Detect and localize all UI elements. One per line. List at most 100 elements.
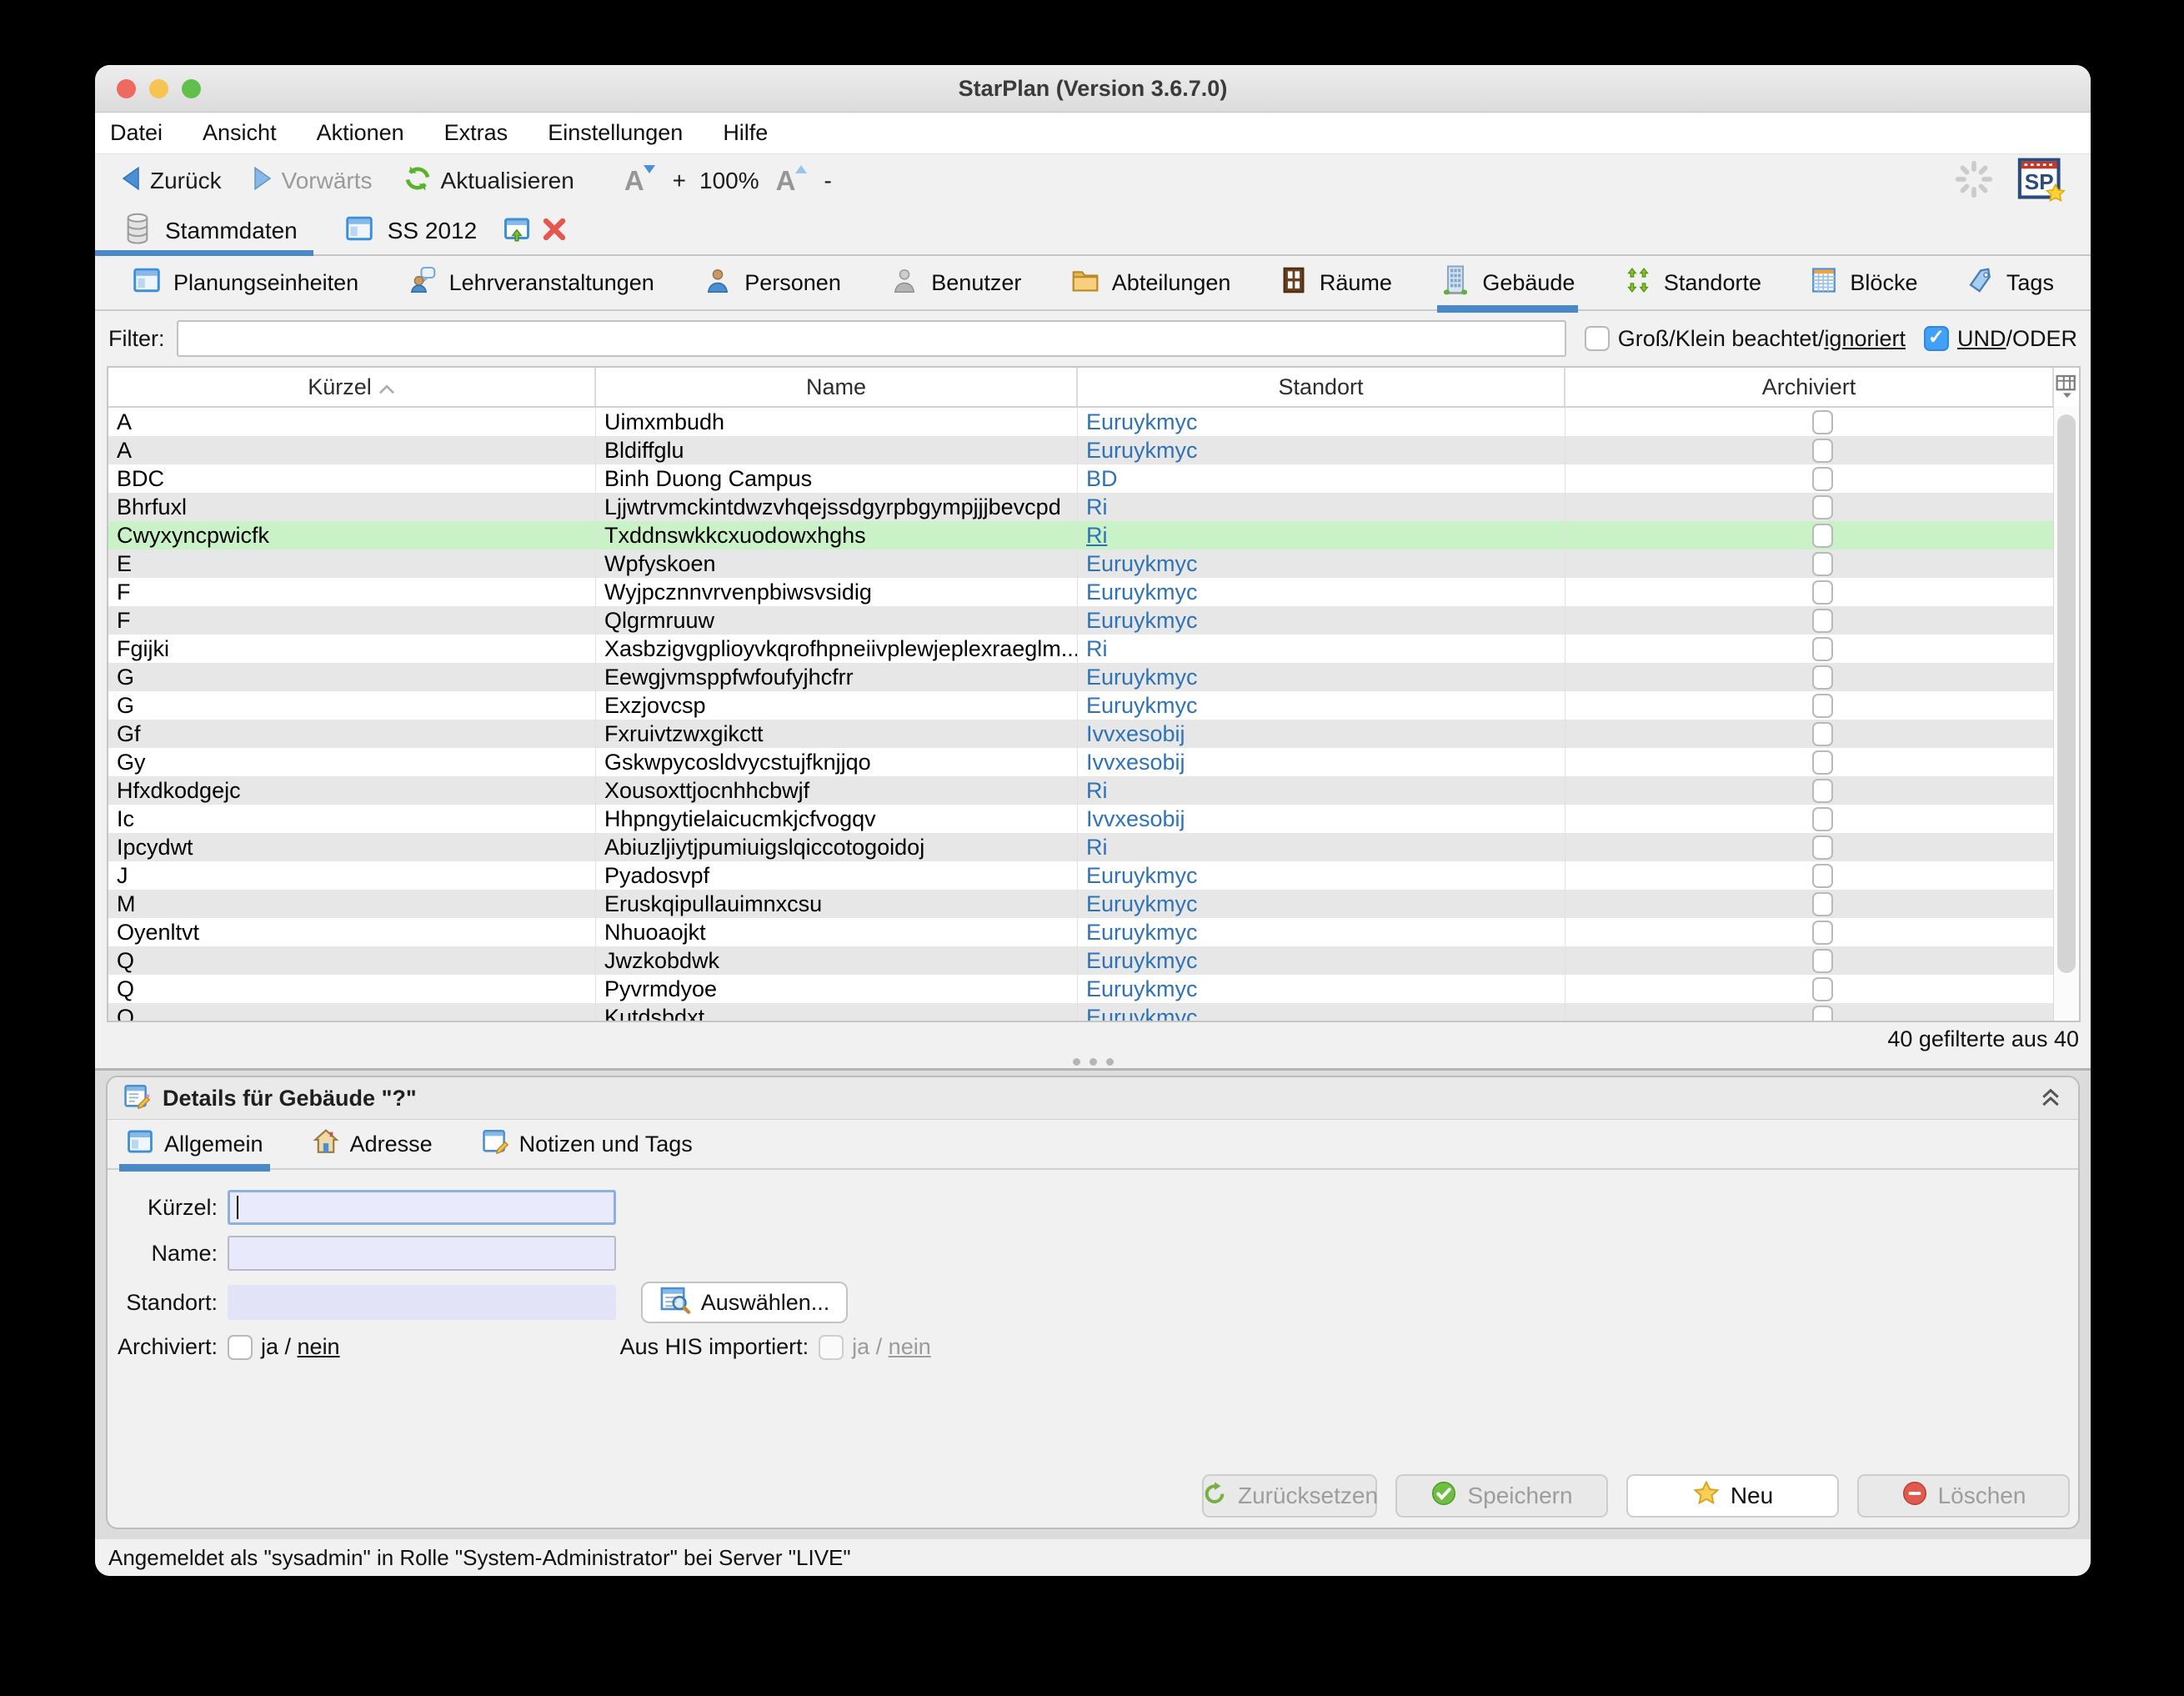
table-row[interactable]: GEewgjvmsppfwfoufyjhcfrrEuruykmyc bbox=[108, 663, 2079, 691]
neu-button[interactable]: Neu bbox=[1626, 1474, 1839, 1518]
kuerzel-field[interactable] bbox=[228, 1190, 616, 1225]
table-row[interactable]: FgijkiXasbzigvgplioyvkqrofhpneiivplewjep… bbox=[108, 635, 2079, 663]
archiviert-checkbox[interactable] bbox=[1812, 637, 1833, 661]
standort-link[interactable]: Euruykmyc bbox=[1086, 409, 1198, 435]
archiviert-form-checkbox[interactable] bbox=[228, 1335, 253, 1360]
archiviert-checkbox[interactable] bbox=[1812, 892, 1833, 916]
standort-link[interactable]: BD bbox=[1086, 466, 1118, 492]
standort-link[interactable]: Ivvxesobij bbox=[1086, 806, 1185, 832]
menu-hilfe[interactable]: Hilfe bbox=[723, 120, 768, 146]
zuruecksetzen-button[interactable]: Zurücksetzen bbox=[1202, 1474, 1377, 1518]
archiviert-checkbox[interactable] bbox=[1812, 921, 1833, 945]
table-row[interactable]: FWyjpcznnvrvenpbiwsvsidigEuruykmyc bbox=[108, 578, 2079, 606]
archiviert-checkbox[interactable] bbox=[1812, 410, 1833, 434]
standort-link[interactable]: Euruykmyc bbox=[1086, 920, 1198, 946]
menu-datei[interactable]: Datei bbox=[110, 120, 163, 146]
archiviert-checkbox[interactable] bbox=[1812, 722, 1833, 746]
archiviert-checkbox[interactable] bbox=[1812, 524, 1833, 548]
archiviert-checkbox[interactable] bbox=[1812, 750, 1833, 775]
archiviert-checkbox[interactable] bbox=[1812, 1006, 1833, 1021]
back-button[interactable]: Zurück bbox=[120, 166, 222, 197]
archiviert-checkbox[interactable] bbox=[1812, 807, 1833, 831]
tab-lehrveranstaltungen[interactable]: Lehrveranstaltungen bbox=[408, 256, 654, 309]
standort-link[interactable]: Ri bbox=[1086, 835, 1108, 861]
font-smaller-button[interactable]: A - bbox=[776, 165, 832, 197]
tab-planungseinheiten[interactable]: Planungseinheiten bbox=[132, 256, 358, 309]
filter-input[interactable] bbox=[177, 320, 1566, 357]
menu-ansicht[interactable]: Ansicht bbox=[203, 120, 277, 146]
table-row[interactable]: HfxdkodgejcXousoxttjocnhhcbwjfRi bbox=[108, 776, 2079, 805]
table-row[interactable]: IcHhpngytielaicucmkjcfvogqvIvvxesobij bbox=[108, 805, 2079, 833]
standort-link[interactable]: Ivvxesobij bbox=[1086, 721, 1185, 747]
scrollbar-thumb[interactable] bbox=[2057, 414, 2076, 973]
splitter-handle[interactable] bbox=[95, 1056, 2091, 1071]
standort-link[interactable]: Euruykmyc bbox=[1086, 580, 1198, 605]
refresh-button[interactable]: Aktualisieren bbox=[403, 164, 574, 198]
archiviert-checkbox[interactable] bbox=[1812, 609, 1833, 633]
menu-einstellungen[interactable]: Einstellungen bbox=[548, 120, 683, 146]
archiviert-checkbox[interactable] bbox=[1812, 977, 1833, 1001]
standort-link[interactable]: Ri bbox=[1086, 636, 1108, 662]
case-sensitive-toggle[interactable]: Groß/Klein beachtet/ignoriert bbox=[1585, 326, 1906, 352]
table-row[interactable]: BhrfuxlLjjwtrvmckintdwzvhqejssdgyrpbgymp… bbox=[108, 493, 2079, 521]
standort-link[interactable]: Ri bbox=[1086, 523, 1108, 549]
chevron-double-up-icon[interactable] bbox=[2038, 1086, 2063, 1111]
standort-link[interactable]: Ri bbox=[1086, 494, 1108, 520]
standort-link[interactable]: Euruykmyc bbox=[1086, 976, 1198, 1002]
standort-link[interactable]: Ivvxesobij bbox=[1086, 750, 1185, 775]
auswaehlen-button[interactable]: Auswählen... bbox=[641, 1282, 848, 1323]
table-row[interactable]: QKutdsbdxtEuruykmyc bbox=[108, 1003, 2079, 1021]
menu-aktionen[interactable]: Aktionen bbox=[317, 120, 404, 146]
font-larger-button[interactable]: A + bbox=[624, 165, 686, 197]
standort-link[interactable]: Euruykmyc bbox=[1086, 608, 1198, 634]
archiviert-checkbox[interactable] bbox=[1812, 864, 1833, 888]
minimize-window-button[interactable] bbox=[149, 79, 168, 98]
tab-notizen-und-tags[interactable]: Notizen und Tags bbox=[481, 1120, 693, 1168]
archiviert-checkbox[interactable] bbox=[1812, 949, 1833, 973]
tab-allgemein[interactable]: Allgemein bbox=[126, 1120, 263, 1168]
close-window-button[interactable] bbox=[117, 79, 136, 98]
case-sensitive-checkbox[interactable] bbox=[1585, 326, 1610, 351]
column-config-icon[interactable] bbox=[2054, 368, 2079, 406]
archiviert-checkbox[interactable] bbox=[1812, 580, 1833, 605]
detach-window-icon[interactable] bbox=[502, 214, 532, 248]
archiviert-checkbox[interactable] bbox=[1812, 665, 1833, 690]
table-row[interactable]: GyGskwpycosldvycstujfknjjqoIvvxesobij bbox=[108, 748, 2079, 776]
tab-adresse[interactable]: Adresse bbox=[312, 1120, 433, 1168]
standort-link[interactable]: Euruykmyc bbox=[1086, 948, 1198, 974]
column-header-name[interactable]: Name bbox=[596, 368, 1078, 406]
table-row[interactable]: QJwzkobdwkEuruykmyc bbox=[108, 946, 2079, 975]
table-row[interactable]: GfFxruivtzwxgikcttIvvxesobij bbox=[108, 720, 2079, 748]
column-header-archiviert[interactable]: Archiviert bbox=[1565, 368, 2054, 406]
tab-raeume[interactable]: Räume bbox=[1280, 256, 1392, 309]
tab-personen[interactable]: Personen bbox=[703, 256, 841, 309]
vertical-scrollbar[interactable] bbox=[2053, 406, 2079, 1021]
table-row[interactable]: ABldiffgluEuruykmyc bbox=[108, 436, 2079, 464]
standort-link[interactable]: Euruykmyc bbox=[1086, 1005, 1198, 1021]
standort-link[interactable]: Euruykmyc bbox=[1086, 665, 1198, 690]
archiviert-checkbox[interactable] bbox=[1812, 552, 1833, 576]
standort-link[interactable]: Euruykmyc bbox=[1086, 863, 1198, 889]
speichern-button[interactable]: Speichern bbox=[1395, 1474, 1608, 1518]
archiviert-checkbox[interactable] bbox=[1812, 835, 1833, 860]
table-row[interactable]: MEruskqipullauimnxcsuEuruykmyc bbox=[108, 890, 2079, 918]
table-row[interactable]: OyenltvtNhuoaojktEuruykmyc bbox=[108, 918, 2079, 946]
standort-link[interactable]: Ri bbox=[1086, 778, 1108, 804]
tab-tags[interactable]: Tags bbox=[1966, 256, 2054, 309]
column-header-standort[interactable]: Standort bbox=[1078, 368, 1565, 406]
and-or-checkbox[interactable] bbox=[1924, 326, 1949, 351]
standort-link[interactable]: Euruykmyc bbox=[1086, 551, 1198, 577]
forward-button[interactable]: Vorwärts bbox=[252, 166, 373, 197]
table-row[interactable]: CwyxyncpwicfkTxddnswkkcxuodowxhghsRi bbox=[108, 521, 2079, 549]
close-icon[interactable] bbox=[540, 215, 569, 248]
archiviert-checkbox[interactable] bbox=[1812, 495, 1833, 519]
tab-benutzer[interactable]: Benutzer bbox=[889, 256, 1021, 309]
zoom-window-button[interactable] bbox=[182, 79, 201, 98]
archiviert-checkbox[interactable] bbox=[1812, 694, 1833, 718]
standort-link[interactable]: Euruykmyc bbox=[1086, 891, 1198, 917]
table-row[interactable]: QPyvrmdyoeEuruykmyc bbox=[108, 975, 2079, 1003]
table-row[interactable]: EWpfyskoenEuruykmyc bbox=[108, 549, 2079, 578]
standort-link[interactable]: Euruykmyc bbox=[1086, 693, 1198, 719]
tab-bloecke[interactable]: Blöcke bbox=[1810, 256, 1917, 309]
table-row[interactable]: GExzjovcspEuruykmyc bbox=[108, 691, 2079, 720]
